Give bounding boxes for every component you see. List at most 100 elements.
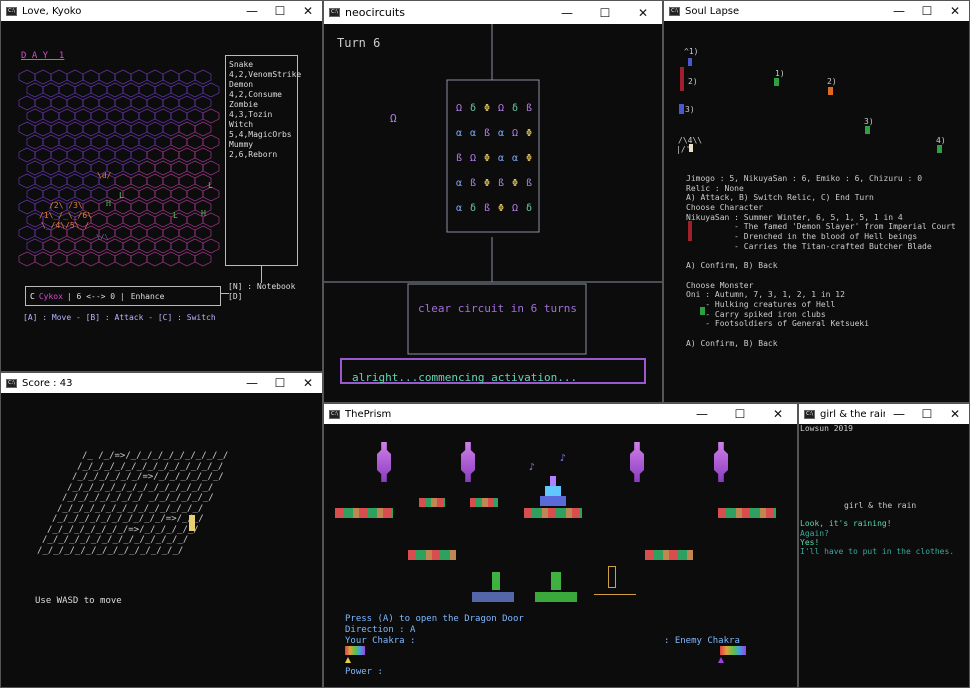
window-title: Score : 43 [22,377,73,389]
circuit-cell[interactable]: Φ [480,153,494,164]
creature-entry: 4,2,Consume [229,90,282,99]
circuit-cell[interactable]: δ [466,203,480,214]
circuit-cell[interactable]: Φ [522,128,536,139]
hex-cell [82,95,100,111]
map-label-glyph: \/\ [96,233,109,241]
hex-cell [26,160,44,176]
circuit-cell[interactable]: α [494,153,508,164]
soul-lapse-content: ^1) 2) 3) /\4\\ |/' 1) 2) 3) 4) Jimogo :… [664,21,969,402]
minimize-button[interactable]: — [238,376,266,390]
circuit-cell[interactable]: Ω [508,128,522,139]
hex-cell [130,199,148,215]
circuit-cell[interactable]: ß [480,203,494,214]
circuit-cell[interactable]: ß [466,178,480,189]
hex-cell [106,82,124,98]
circuit-cell[interactable]: α [452,178,466,189]
minimize-button[interactable]: — [238,4,266,18]
hex-cell [138,186,156,202]
circuit-cell[interactable]: α [466,128,480,139]
minimize-button[interactable]: — [885,407,913,421]
direction-label: Direction : A [345,625,416,635]
minimize-button[interactable]: — [885,4,913,18]
status-prefix: C [30,291,35,301]
hex-cell [194,225,212,241]
maximize-button[interactable]: ☐ [266,4,294,18]
creature-entry: Witch [229,120,254,129]
hex-cell [146,173,164,189]
prism-window: C:\ ThePrism — ☐ ✕ ♪ ♪ Press (A) to open… [323,403,798,688]
circuit-cell[interactable]: α [494,128,508,139]
hex-cell [146,121,164,137]
hex-cell [122,134,140,150]
hex-cell [26,82,44,98]
hex-cell [50,69,68,85]
close-button[interactable]: ✕ [759,407,797,421]
circuit-cell[interactable]: ß [494,178,508,189]
score-window: C:\ Score : 43 — ☐ ✕ /_ /_/=>/_/_/_/_/_/… [0,372,323,688]
hex-cell [162,173,180,189]
hex-cell [58,82,76,98]
rain-window: C:\ girl & the rain — ☐ ✕ Lowsun 2019 gi… [798,403,970,688]
circuit-cell[interactable]: Ω [508,203,522,214]
hex-cell [194,69,212,85]
circuit-cell[interactable]: ß [522,178,536,189]
tile-board: /_ /_/=>/_/_/_/_/_/_/_/_/_//_/_/_/_/_/_/… [37,451,228,556]
circuit-cell[interactable]: Ω [452,103,466,114]
circuit-cell[interactable]: Ω [466,153,480,164]
circuit-cell[interactable]: Φ [480,178,494,189]
close-button[interactable]: ✕ [294,4,322,18]
circuit-cell[interactable]: α [508,153,522,164]
minimize-button[interactable]: — [548,6,586,20]
circuit-row: ßΩΦααΦ [452,146,536,171]
circuit-cell[interactable]: ß [452,153,466,164]
circuit-cell[interactable]: Φ [480,103,494,114]
hex-cell [130,147,148,163]
close-button[interactable]: ✕ [624,6,662,20]
hex-cell [138,238,156,254]
hex-cell [82,147,100,163]
circuit-cell[interactable]: Φ [508,178,522,189]
board-row: /_/_/_/_/_/_/_/=>/_/_/_/_/_/ [47,524,199,535]
enemy-sprite-1 [774,78,779,86]
close-button[interactable]: ✕ [294,376,322,390]
prism-titlebar[interactable]: C:\ ThePrism — ☐ ✕ [324,404,797,424]
circuit-cell[interactable]: Φ [494,203,508,214]
soul-lapse-titlebar[interactable]: C:\ Soul Lapse — ☐ ✕ [664,1,969,21]
circuit-cell[interactable]: α [452,203,466,214]
maximize-button[interactable]: ☐ [721,407,759,421]
shrine-1 [472,572,514,602]
maximize-button[interactable]: ☐ [266,376,294,390]
maximize-button[interactable]: ☐ [913,407,941,421]
log-line: A) Attack, B) Switch Relic, C) End Turn [686,193,874,203]
hex-cell [98,69,116,85]
score-titlebar[interactable]: C:\ Score : 43 — ☐ ✕ [1,373,322,393]
enemy-sprite-4 [937,145,942,153]
maximize-button[interactable]: ☐ [586,6,624,20]
circuit-cell[interactable]: δ [466,103,480,114]
score-content: /_ /_/=>/_/_/_/_/_/_/_/_/_//_/_/_/_/_/_/… [1,393,322,687]
d-key-hint: [D] [228,292,243,301]
circuit-cell[interactable]: α [452,128,466,139]
circuit-cell[interactable]: ß [522,103,536,114]
rain-titlebar[interactable]: C:\ girl & the rain — ☐ ✕ [799,404,969,424]
love-kyoko-titlebar[interactable]: C:\ Love, Kyoko — ☐ ✕ [1,1,322,21]
circuit-cell[interactable]: Φ [522,153,536,164]
circuit-cell[interactable]: ß [480,128,494,139]
hex-cell [154,134,172,150]
close-button[interactable]: ✕ [941,407,969,421]
circuit-cell[interactable]: δ [508,103,522,114]
hex-cell [130,225,148,241]
hex-cell [178,251,196,267]
log-line: Jimogo : 5, NikuyaSan : 6, Emiko : 6, Ch… [686,174,923,183]
maximize-button[interactable]: ☐ [913,4,941,18]
circuit-cell[interactable]: Ω [494,103,508,114]
circuit-cells: ΩδΦΩδßααßαΩΦßΩΦααΦαßΦßΦßαδßΦΩδ [452,96,536,221]
hex-cell [202,160,220,176]
hex-cell [42,186,60,202]
minimize-button[interactable]: — [683,407,721,421]
circuit-cell[interactable]: δ [522,203,536,214]
rain-heading: girl & the rain [844,501,917,510]
close-button[interactable]: ✕ [941,4,969,18]
neocircuits-titlebar[interactable]: C:\ neocircuits — ☐ ✕ [324,1,662,24]
map-unit-4: L [208,181,213,190]
